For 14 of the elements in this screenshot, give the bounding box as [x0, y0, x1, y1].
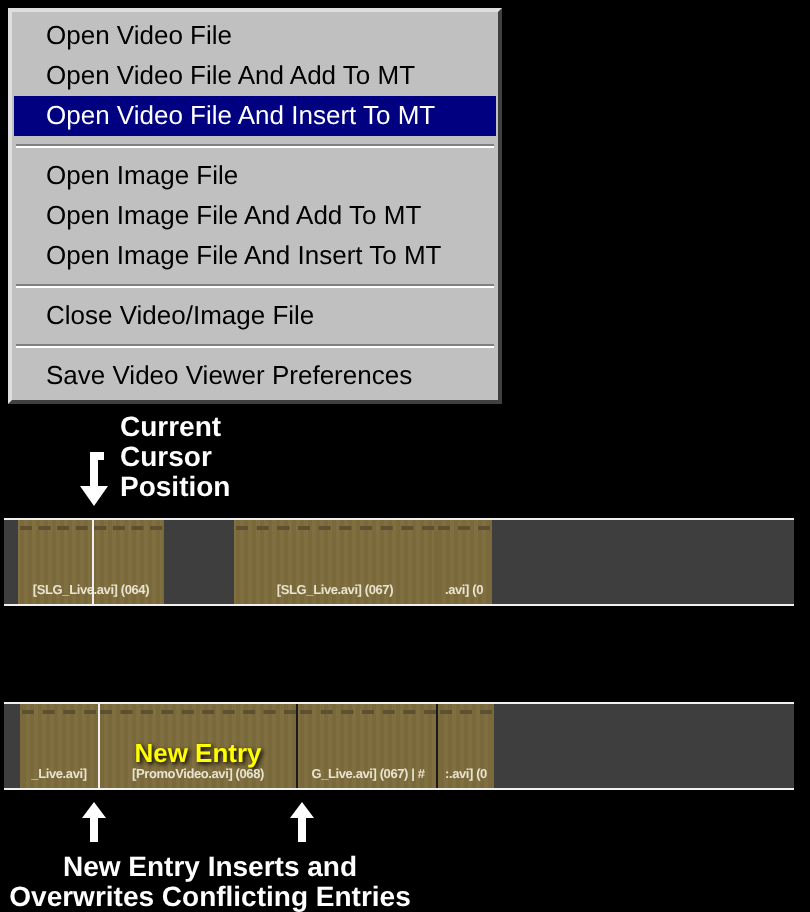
up-arrow-icon: [82, 802, 106, 842]
menu-item[interactable]: Open Image File And Insert To MT: [14, 236, 496, 276]
down-arrow-icon: [80, 452, 108, 506]
menu-item[interactable]: Open Video File: [14, 16, 496, 56]
up-arrow-icon: [290, 802, 314, 842]
menu-item[interactable]: Open Image File: [14, 156, 496, 196]
menu-item[interactable]: Close Video/Image File: [14, 296, 496, 336]
menu-item[interactable]: Open Image File And Add To MT: [14, 196, 496, 236]
menu-item[interactable]: Open Video File And Add To MT: [14, 56, 496, 96]
annotation-text: New Entry Inserts and Overwrites Conflicting Entries: [9, 852, 411, 912]
annotation-text: Current Cursor Position: [120, 412, 231, 502]
menu-item[interactable]: Save Video Viewer Preferences: [14, 356, 496, 396]
clip-title: New Entry: [134, 738, 262, 768]
menu-item[interactable]: Open Video File And Insert To MT: [14, 96, 496, 136]
